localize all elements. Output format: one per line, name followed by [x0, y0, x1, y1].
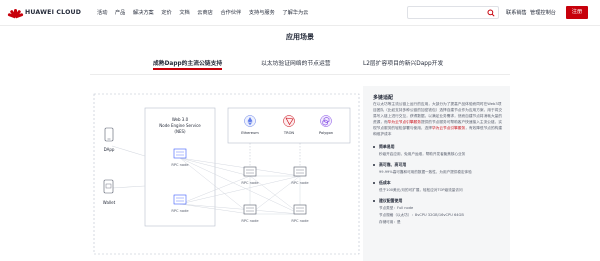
chain-label-ethereum: Ethereum	[241, 131, 259, 135]
chain-label-polygon: Polygon	[319, 131, 333, 135]
rpc-node-label: RPC node	[291, 181, 309, 185]
tron-icon	[283, 115, 295, 127]
bullet-dot	[373, 164, 375, 166]
tab-mainstream-chains[interactable]: 成熟Dapp的主流公链支持	[153, 58, 223, 70]
connector	[111, 145, 146, 157]
contact-sales-link[interactable]: 联系销售	[506, 9, 527, 16]
rpc-node-label: RPC node	[171, 163, 189, 167]
nav-item-solutions[interactable]: 解决方案	[133, 9, 154, 16]
nav-item-partners[interactable]: 合作伙伴	[220, 9, 241, 16]
feature-title: 建议配置使用	[379, 198, 403, 203]
chain-links	[249, 143, 301, 166]
rpc-node-label: RPC node	[241, 181, 259, 185]
tab-label: 成熟Dapp的主流公链支持	[153, 61, 223, 67]
tabs-divider	[90, 74, 510, 75]
register-button[interactable]: 注册	[566, 6, 588, 19]
feature-title: 低成本	[379, 180, 391, 185]
nav-item-pricing[interactable]: 定价	[161, 9, 171, 16]
nes-title-line1: Web 3.0	[172, 117, 189, 122]
nav-item-products[interactable]: 产品	[115, 9, 125, 16]
bullet-dot	[373, 182, 375, 184]
brand-logo[interactable]: HUAWEI CLOUD	[6, 8, 82, 19]
huawei-logo-icon	[6, 8, 24, 19]
brand-name: HUAWEI CLOUD	[25, 9, 82, 16]
highlighted-service-name: 华为云节点引擎服务	[387, 120, 421, 125]
bullet-dot	[373, 200, 375, 202]
rpc-node-icon	[293, 204, 307, 215]
rpc-node-icon	[173, 194, 187, 205]
nav-item-support[interactable]: 支持与服务	[249, 9, 275, 16]
top-header: HUAWEI CLOUD 活动 产品 解决方案 定价 文档 云商店 合作伙伴 支…	[0, 0, 600, 26]
config-line: 节点类型：Full node	[379, 206, 414, 210]
info-title: 多链适配	[373, 95, 394, 101]
main-nav: 活动 产品 解决方案 定价 文档 云商店 合作伙伴 支持与服务 了解华为云	[97, 9, 316, 16]
nes-title-line2: Node Engine Service	[159, 123, 201, 128]
search-input[interactable]	[407, 6, 499, 19]
feature-desc: 低于100美元/月的可扩展，轻松应对TOP级流量访问	[379, 188, 463, 192]
rpc-node-label: RPC node	[171, 209, 189, 213]
rpc-node-icon	[243, 204, 257, 215]
architecture-diagram: Web 3.0 Node Engine Service (NES) DApp W…	[90, 86, 363, 261]
search-icon[interactable]	[487, 9, 495, 17]
phone-icon	[104, 127, 114, 142]
nav-item-about[interactable]: 了解华为云	[282, 9, 308, 16]
rpc-node-icon	[293, 166, 307, 177]
nav-item-docs[interactable]: 文档	[179, 9, 189, 16]
tab-l2-dapp[interactable]: L2层扩容项目的新兴Dapp开发	[363, 58, 443, 67]
active-tab-indicator	[153, 68, 223, 70]
connector	[111, 185, 146, 189]
client-label-wallet: Wallet	[103, 200, 116, 205]
console-link[interactable]: 管理控制台	[530, 9, 556, 16]
config-line: 存储可用：是	[379, 220, 401, 224]
nes-title-line3: (NES)	[174, 129, 186, 134]
polygon-icon	[320, 115, 332, 127]
nav-item-marketplace[interactable]: 云商店	[197, 9, 213, 16]
bullet-dot	[373, 146, 375, 148]
ethereum-icon	[244, 115, 256, 127]
config-line: 节点规格（以太坊）：8vCPU 32GB/16vCPU 64GB	[379, 213, 464, 217]
feature-title: 高可靠、高可用	[379, 162, 407, 167]
rpc-node-icon	[173, 148, 187, 159]
rpc-node-label: RPC node	[241, 219, 259, 223]
feature-desc: 99.99%高可靠和可用的数据一致性，为用户提供稳定体验	[379, 170, 472, 174]
section-title: 应用场景	[286, 33, 314, 41]
nav-item-activity[interactable]: 活动	[97, 9, 107, 16]
tab-ethereum-validator[interactable]: 以太坊验证网络的节点运营	[261, 58, 331, 67]
feature-desc: 秒级开启应用，免用户运维，帮助开发者聚焦核心业务	[379, 152, 466, 156]
info-description-text: 在以太坊等主流公链上运行的应用，大部分为了提高产品体验而同时在Web3项目团队（…	[373, 102, 503, 137]
tab-label: L2层扩容项目的新兴Dapp开发	[363, 61, 444, 67]
rpc-node-label: RPC node	[291, 219, 309, 223]
wallet-phone-icon	[103, 179, 114, 194]
chain-label-tron: TRON	[283, 131, 295, 135]
info-description: 在以太坊等主流公链上运行的应用，大部分为了提高产品体验而同时在Web3项目团队（…	[373, 101, 505, 138]
rpc-node-icon	[243, 166, 257, 177]
client-label-dapp: DApp	[104, 147, 115, 152]
feature-title: 简单易用	[379, 144, 395, 149]
scenario-info-panel: 多链适配 在以太坊等主流公链上运行的应用，大部分为了提高产品体验而同时在Web3…	[363, 86, 510, 261]
architecture-diagram-svg: Web 3.0 Node Engine Service (NES) DApp W…	[93, 93, 360, 255]
tab-label: 以太坊验证网络的节点运营	[261, 61, 331, 67]
highlighted-service-name: 华为云节点引擎服务	[432, 126, 466, 131]
